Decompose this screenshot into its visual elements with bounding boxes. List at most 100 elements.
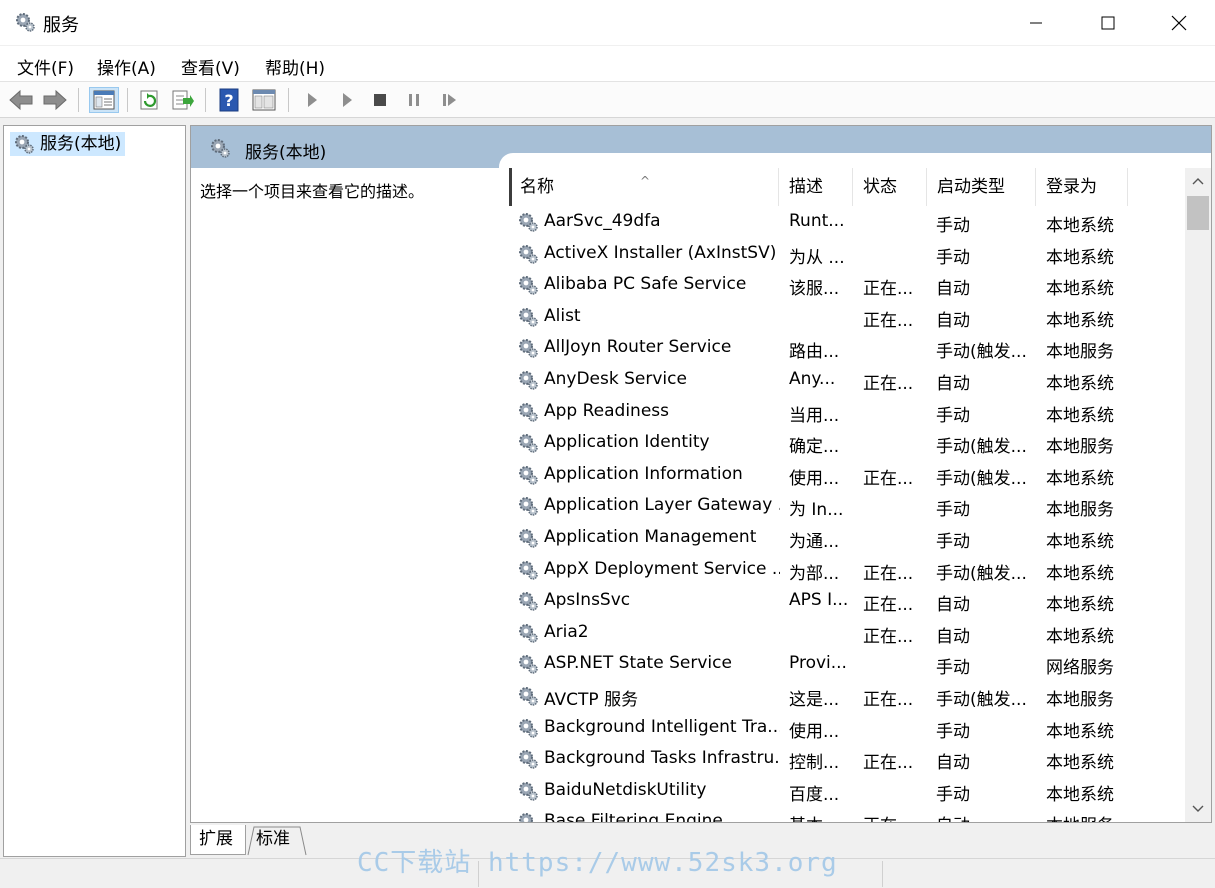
table-row[interactable]: Application Identity 确定... 手动(触发... 本地服务 xyxy=(509,427,1185,459)
services-list: ^ 名称 描述 状态 启动类型 登录为 AarSvc_49dfa Runt... 手… xyxy=(509,168,1185,822)
table-row[interactable]: AppX Deployment Service ... 为部... 正在... 手动(… xyxy=(509,554,1185,586)
export-list-button[interactable] xyxy=(170,87,196,113)
gear-icon xyxy=(517,495,539,522)
tree-pane: 服务(本地) xyxy=(3,125,186,857)
service-startup-type: 手动 xyxy=(936,216,970,236)
scroll-down-button[interactable] xyxy=(1185,796,1211,822)
table-row[interactable]: ASP.NET State Service Provi... 手动 网络服务 xyxy=(509,648,1185,680)
gear-icon xyxy=(517,653,539,680)
gear-icon xyxy=(517,274,539,301)
menu-help[interactable]: 帮助(H) xyxy=(265,54,325,79)
service-logon-as: 本地系统 xyxy=(1046,626,1114,647)
scroll-thumb[interactable] xyxy=(1187,196,1209,230)
close-button[interactable] xyxy=(1143,0,1215,46)
description-prompt: 选择一个项目来查看它的描述。 xyxy=(200,182,425,201)
column-startup-type[interactable]: 启动类型 xyxy=(927,168,1036,206)
table-row[interactable]: Background Intelligent Tra... 使用... 手动 本地系统 xyxy=(509,712,1185,744)
gear-icon xyxy=(517,780,539,807)
service-startup-type: 手动 xyxy=(936,531,970,552)
start-service-button[interactable] xyxy=(299,87,325,113)
back-arrow-icon xyxy=(9,89,33,111)
service-name: Background Intelligent Tra... xyxy=(544,716,780,737)
service-description: 该服... xyxy=(789,279,840,300)
column-header-row: ^ 名称 描述 状态 启动类型 登录为 xyxy=(509,168,1185,206)
tree-item-services-local[interactable]: 服务(本地) xyxy=(10,132,126,156)
minimize-icon xyxy=(1030,22,1042,24)
chevron-up-icon xyxy=(1192,178,1204,185)
table-row[interactable]: Application Information 使用... 正在... 手动(触发..… xyxy=(509,459,1185,491)
vertical-scrollbar[interactable] xyxy=(1185,168,1211,822)
show-hide-tree-icon xyxy=(93,90,115,110)
tab-extended[interactable]: 扩展 xyxy=(190,825,246,855)
column-description[interactable]: 描述 xyxy=(779,168,853,206)
gear-icon xyxy=(517,590,539,617)
help-button[interactable]: ? xyxy=(216,87,242,113)
service-name: App Readiness xyxy=(544,400,670,421)
service-logon-as: 本地系统 xyxy=(1046,784,1114,805)
table-row[interactable]: Background Tasks Infrastru... 控制... 正在... 自… xyxy=(509,743,1185,775)
refresh-button[interactable] xyxy=(137,87,163,113)
minimize-button[interactable] xyxy=(1000,0,1072,46)
service-startup-type: 自动 xyxy=(936,753,970,774)
gear-icon xyxy=(517,685,539,712)
table-row[interactable]: ActiveX Installer (AxInstSV) 为从 ... 手动 本地系统 xyxy=(509,238,1185,270)
menu-file[interactable]: 文件(F) xyxy=(17,54,74,79)
table-row[interactable]: Alibaba PC Safe Service 该服... 正在... 自动 本地系统 xyxy=(509,269,1185,301)
title-bar: 服务 xyxy=(0,0,1215,46)
table-row[interactable]: AarSvc_49dfa Runt... 手动 本地系统 xyxy=(509,206,1185,238)
service-description: 为从 ... xyxy=(789,247,845,268)
column-logon-as[interactable]: 登录为 xyxy=(1036,168,1128,206)
gear-icon xyxy=(517,464,539,491)
menu-action[interactable]: 操作(A) xyxy=(97,54,156,79)
service-logon-as: 本地系统 xyxy=(1046,310,1114,331)
table-row[interactable]: AllJoyn Router Service 路由... 手动(触发... 本地服务 xyxy=(509,332,1185,364)
menu-view[interactable]: 查看(V) xyxy=(181,54,240,79)
help-icon: ? xyxy=(219,88,239,112)
service-logon-as: 本地系统 xyxy=(1046,753,1114,774)
service-name: ApsInsSvc xyxy=(544,590,631,611)
column-name[interactable]: ^ 名称 xyxy=(509,168,779,206)
service-logon-as: 本地服务 xyxy=(1046,437,1114,458)
table-row[interactable]: AVCTP 服务 这是... 正在... 手动(触发... 本地服务 xyxy=(509,680,1185,712)
service-description: Provi... xyxy=(789,653,847,674)
table-row[interactable]: App Readiness 当用... 手动 本地系统 xyxy=(509,396,1185,428)
service-name: Application Layer Gateway ... xyxy=(544,495,780,516)
service-description: Runt... xyxy=(789,211,845,231)
resume-service-button[interactable] xyxy=(437,87,463,113)
start-service-alt-icon xyxy=(343,93,352,107)
table-row[interactable]: Aria2 正在... 自动 本地系统 xyxy=(509,617,1185,649)
service-status: 正在... xyxy=(863,753,914,774)
tab-standard[interactable]: 标准 xyxy=(248,825,306,855)
service-startup-type: 手动 xyxy=(936,721,970,742)
table-row[interactable]: Base Filtering Engine 基本... 正在... 自动本地服务 xyxy=(509,806,1185,822)
pause-service-button[interactable] xyxy=(401,87,427,113)
scroll-up-button[interactable] xyxy=(1185,168,1211,194)
table-row[interactable]: BaiduNetdiskUtility 百度... 手动 本地系统 xyxy=(509,775,1185,807)
service-logon-as: 本地系统 xyxy=(1046,531,1114,552)
gear-icon xyxy=(517,811,539,822)
start-service-icon xyxy=(308,93,317,107)
table-row[interactable]: Application Management 为通... 手动 本地系统 xyxy=(509,522,1185,554)
service-status: 正在... xyxy=(863,811,925,822)
toolbar: ? xyxy=(0,82,1215,118)
back-button[interactable] xyxy=(8,87,34,113)
forward-button[interactable] xyxy=(42,87,68,113)
maximize-icon xyxy=(1101,16,1115,30)
table-row[interactable]: Application Layer Gateway ... 为 In... 手动 本地… xyxy=(509,490,1185,522)
service-status: 正在... xyxy=(863,626,914,647)
service-logon-as: 本地服务 xyxy=(1046,811,1142,822)
show-hide-tree-button[interactable] xyxy=(89,87,119,113)
service-startup-type: 自动 xyxy=(936,811,1040,822)
table-row[interactable]: AnyDesk Service Any... 正在... 自动 本地系统 xyxy=(509,364,1185,396)
table-row[interactable]: ApsInsSvc APS I... 正在... 自动 本地系统 xyxy=(509,585,1185,617)
service-status: 正在... xyxy=(863,373,914,394)
maximize-button[interactable] xyxy=(1072,0,1144,46)
service-name: Alist xyxy=(544,305,581,326)
properties-button[interactable] xyxy=(251,87,277,113)
stop-service-button[interactable] xyxy=(367,87,393,113)
start-service-alt-button[interactable] xyxy=(334,87,360,113)
column-status[interactable]: 状态 xyxy=(853,168,927,206)
service-startup-type: 手动(触发... xyxy=(936,468,1027,489)
export-list-icon xyxy=(172,90,194,110)
table-row[interactable]: Alist 正在... 自动 本地系统 xyxy=(509,301,1185,333)
